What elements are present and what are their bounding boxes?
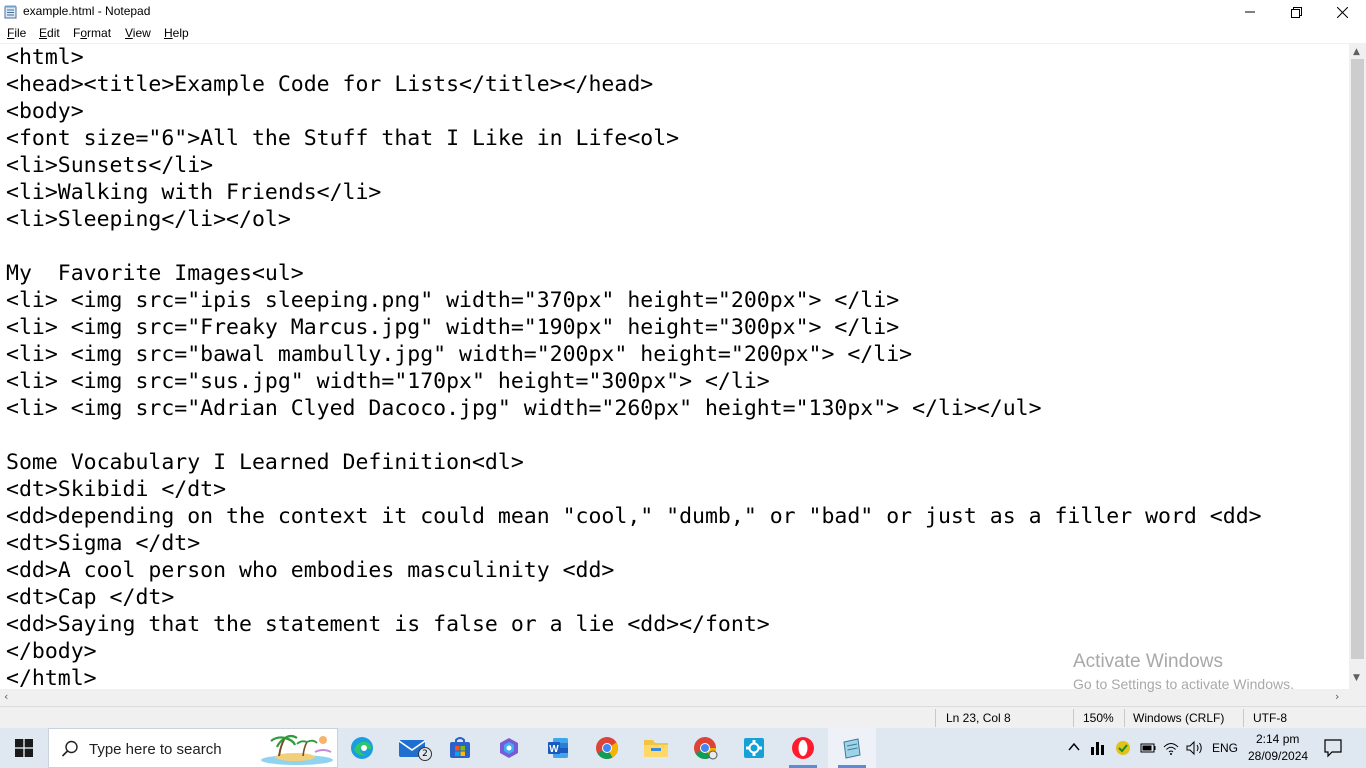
minimize-button[interactable] bbox=[1227, 0, 1273, 24]
editor-line[interactable]: <head><title>Example Code for Lists</tit… bbox=[6, 71, 1262, 98]
scrollbar-corner bbox=[1349, 689, 1366, 706]
windows-logo-icon bbox=[15, 739, 33, 757]
search-icon bbox=[61, 740, 78, 757]
chrome-icon bbox=[596, 737, 618, 759]
window-title: example.html - Notepad bbox=[23, 4, 151, 18]
editor-line[interactable]: <li>Walking with Friends</li> bbox=[6, 179, 1262, 206]
taskbar-chrome-profile[interactable] bbox=[681, 728, 729, 768]
editor-line[interactable]: <li>Sleeping</li></ol> bbox=[6, 206, 1262, 233]
status-bar: Ln 23, Col 8 150% Windows (CRLF) UTF-8 bbox=[0, 706, 1366, 728]
editor-line[interactable]: <li> <img src="bawal mambully.jpg" width… bbox=[6, 341, 1262, 368]
menu-file[interactable]: File bbox=[7, 26, 26, 40]
taskbar: Type here to search W ENG 2:14 pm 28/09/… bbox=[0, 728, 1366, 768]
status-separator bbox=[1124, 709, 1125, 727]
editor-line[interactable]: <li> <img src="Adrian Clyed Dacoco.jpg" … bbox=[6, 395, 1262, 422]
battery-icon[interactable] bbox=[1140, 740, 1156, 761]
zoom-level: 150% bbox=[1083, 711, 1114, 725]
minimize-icon bbox=[1245, 11, 1255, 13]
taskbar-copilot[interactable] bbox=[485, 728, 533, 768]
activate-windows-title: Activate Windows bbox=[1073, 651, 1223, 672]
cursor-position: Ln 23, Col 8 bbox=[946, 711, 1011, 725]
editor-line[interactable]: <font size="6">All the Stuff that I Like… bbox=[6, 125, 1262, 152]
microsoft-store-icon bbox=[450, 737, 470, 758]
menu-edit[interactable]: Edit bbox=[39, 26, 60, 40]
editor-content[interactable]: <html> <head><title>Example Code for List… bbox=[6, 44, 1262, 689]
settings-app-icon bbox=[744, 738, 764, 758]
close-button[interactable] bbox=[1319, 0, 1365, 24]
word-icon: W bbox=[548, 738, 568, 758]
editor-line[interactable]: <dt>Skibidi </dt> bbox=[6, 476, 1262, 503]
menu-bar: File Edit Format View Help bbox=[0, 24, 1366, 43]
editor-line[interactable]: <dd>depending on the context it could me… bbox=[6, 503, 1262, 530]
menu-help[interactable]: Help bbox=[164, 26, 189, 40]
taskbar-opera[interactable] bbox=[779, 728, 827, 768]
taskbar-file-explorer[interactable] bbox=[632, 728, 680, 768]
scrollbar-thumb[interactable] bbox=[1351, 59, 1364, 659]
scroll-down-icon[interactable]: ▼ bbox=[1353, 673, 1360, 683]
editor-line[interactable]: <dd>Saying that the statement is false o… bbox=[6, 611, 1262, 638]
restore-button[interactable] bbox=[1273, 0, 1319, 24]
svg-text:W: W bbox=[549, 744, 559, 755]
editor-line[interactable]: <li>Sunsets</li> bbox=[6, 152, 1262, 179]
taskbar-chrome[interactable] bbox=[583, 728, 631, 768]
chrome-icon bbox=[694, 737, 718, 760]
status-separator bbox=[935, 709, 936, 727]
scroll-left-icon[interactable]: ‹ bbox=[4, 690, 8, 703]
performance-meter-icon[interactable] bbox=[1090, 740, 1106, 761]
copilot-icon bbox=[500, 738, 518, 758]
status-separator bbox=[1243, 709, 1244, 727]
editor-line[interactable]: <li> <img src="sus.jpg" width="170px" he… bbox=[6, 368, 1262, 395]
mail-notification-badge: 2 bbox=[418, 747, 432, 761]
app-status-icon[interactable] bbox=[1115, 740, 1131, 761]
edge-browser-icon bbox=[351, 737, 373, 759]
editor-line[interactable]: <li> <img src="ipis sleeping.png" width=… bbox=[6, 287, 1262, 314]
start-button[interactable] bbox=[0, 728, 48, 768]
restore-icon bbox=[1290, 6, 1302, 18]
editor-line[interactable]: <dt>Sigma </dt> bbox=[6, 530, 1262, 557]
encoding: UTF-8 bbox=[1253, 711, 1287, 725]
folder-icon bbox=[644, 740, 668, 757]
notepad-icon bbox=[843, 738, 861, 759]
taskbar-search[interactable]: Type here to search bbox=[48, 728, 338, 768]
title-bar: example.html - Notepad bbox=[0, 0, 1366, 24]
editor-line[interactable]: <dt>Cap </dt> bbox=[6, 584, 1262, 611]
editor-line[interactable] bbox=[6, 233, 1262, 260]
scroll-right-icon[interactable]: › bbox=[1335, 690, 1339, 703]
activate-windows-subtitle: Go to Settings to activate Windows. bbox=[1073, 676, 1294, 692]
show-hidden-icons-icon[interactable] bbox=[1068, 740, 1080, 758]
clock-date[interactable]: 28/09/2024 bbox=[1248, 749, 1308, 763]
opera-icon bbox=[792, 737, 814, 759]
editor-line[interactable]: <dd>A cool person who embodies masculini… bbox=[6, 557, 1262, 584]
editor-line[interactable]: <html> bbox=[6, 44, 1262, 71]
line-ending: Windows (CRLF) bbox=[1133, 711, 1225, 725]
input-language[interactable]: ENG bbox=[1212, 741, 1238, 755]
menu-view[interactable]: View bbox=[125, 26, 151, 40]
editor-line[interactable] bbox=[6, 422, 1262, 449]
taskbar-edge[interactable] bbox=[338, 728, 386, 768]
notepad-icon bbox=[4, 4, 18, 19]
editor-line[interactable]: Some Vocabulary I Learned Definition<dl> bbox=[6, 449, 1262, 476]
search-placeholder: Type here to search bbox=[89, 741, 222, 758]
text-editor[interactable]: <html> <head><title>Example Code for List… bbox=[0, 43, 1349, 689]
taskbar-store[interactable] bbox=[436, 728, 484, 768]
scroll-up-icon[interactable]: ▲ bbox=[1353, 47, 1360, 57]
menu-format[interactable]: Format bbox=[73, 26, 111, 40]
close-icon bbox=[1336, 6, 1348, 18]
taskbar-word[interactable]: W bbox=[534, 728, 582, 768]
editor-line[interactable]: <li> <img src="Freaky Marcus.jpg" width=… bbox=[6, 314, 1262, 341]
taskbar-control-panel[interactable] bbox=[730, 728, 778, 768]
vertical-scrollbar[interactable]: ▲ ▼ bbox=[1349, 43, 1366, 689]
taskbar-notepad[interactable] bbox=[828, 728, 876, 768]
editor-line[interactable]: My Favorite Images<ul> bbox=[6, 260, 1262, 287]
island-illustration-icon bbox=[261, 734, 333, 765]
notification-center-icon[interactable] bbox=[1323, 738, 1343, 763]
status-separator bbox=[1073, 709, 1074, 727]
volume-icon[interactable] bbox=[1186, 740, 1204, 761]
clock-time[interactable]: 2:14 pm bbox=[1256, 732, 1299, 746]
editor-line[interactable]: <body> bbox=[6, 98, 1262, 125]
wifi-icon[interactable] bbox=[1163, 740, 1179, 761]
